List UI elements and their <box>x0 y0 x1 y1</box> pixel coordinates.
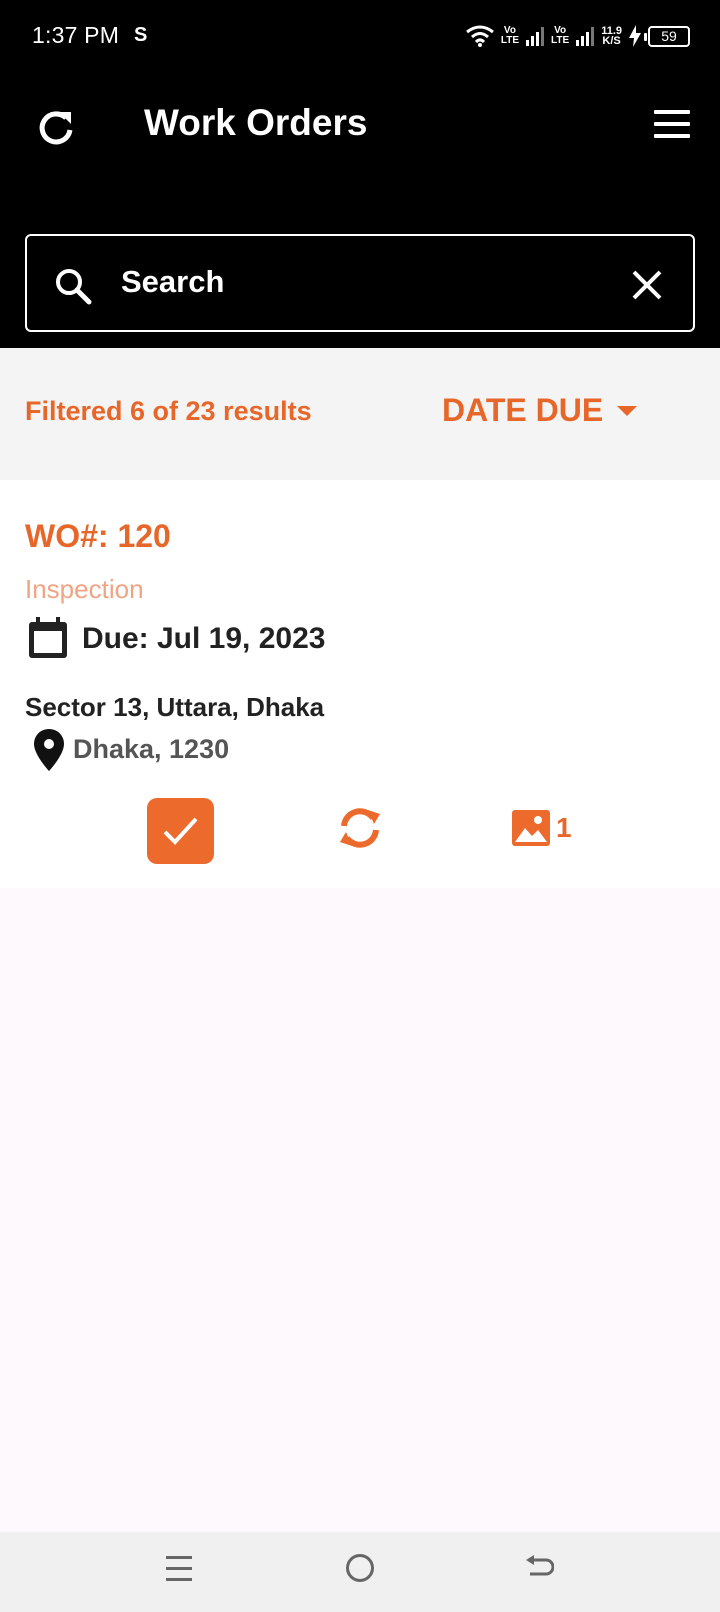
sync-status-icon: S <box>134 24 148 46</box>
image-icon <box>512 810 550 846</box>
work-order-number: WO#: 120 <box>25 518 171 554</box>
recent-apps-icon-bar <box>166 1567 192 1570</box>
refresh-icon <box>39 111 73 145</box>
page-title: Work Orders <box>144 102 368 143</box>
app-bar: Work Orders <box>0 72 720 348</box>
status-time: 1:37 PM <box>32 22 120 48</box>
images-button[interactable]: 1 <box>512 810 572 846</box>
charging-icon <box>629 25 641 47</box>
status-indicators: Vo LTE Vo LTE 11.9 K/S 59 <box>465 20 690 52</box>
image-count: 1 <box>556 812 572 843</box>
city-postal: Dhaka, 1230 <box>73 734 230 764</box>
refresh-button[interactable] <box>34 106 78 150</box>
search-icon <box>56 269 92 305</box>
check-icon <box>163 817 198 845</box>
calendar-icon <box>29 617 67 658</box>
status-bar: 1:37 PM S Vo LTE Vo LTE 11.9 K/S 59 <box>0 0 720 72</box>
volte-1-label: Vo LTE <box>500 25 520 46</box>
back-icon[interactable] <box>524 1554 554 1584</box>
sort-dropdown[interactable]: DATE DUE <box>442 392 638 429</box>
sort-label: DATE DUE <box>442 392 604 428</box>
menu-icon-bar <box>654 134 690 138</box>
work-order-card[interactable]: WO#: 120 Inspection Due: Jul 19, 2023 Se… <box>0 480 720 888</box>
work-order-type: Inspection <box>25 574 144 604</box>
menu-icon-bar <box>654 122 690 126</box>
signal-2-icon <box>576 27 595 46</box>
search-input[interactable] <box>121 254 601 310</box>
wifi-icon <box>465 25 494 47</box>
caret-down-icon <box>617 405 638 416</box>
system-nav-bar <box>0 1532 720 1612</box>
net-speed: 11.9 K/S <box>601 25 622 47</box>
signal-1-icon <box>526 27 545 46</box>
location-pin-icon <box>34 729 64 771</box>
complete-button[interactable] <box>147 798 214 864</box>
battery-indicator: 59 <box>644 25 690 47</box>
search-bar <box>25 234 695 332</box>
sync-icon[interactable] <box>338 806 382 850</box>
close-icon[interactable] <box>631 269 663 301</box>
filter-bar: Filtered 6 of 23 results DATE DUE <box>0 348 720 480</box>
address-line: Sector 13, Uttara, Dhaka <box>25 692 325 722</box>
recent-apps-button[interactable] <box>166 1556 194 1584</box>
home-button[interactable] <box>346 1554 374 1582</box>
recent-apps-icon <box>166 1556 192 1559</box>
recent-apps-icon-bar <box>166 1578 192 1581</box>
menu-button[interactable] <box>652 110 692 144</box>
volte-2-label: Vo LTE <box>551 25 570 46</box>
filter-count: Filtered 6 of 23 results <box>25 396 312 426</box>
due-date: Due: Jul 19, 2023 <box>82 622 326 655</box>
menu-icon <box>654 110 690 114</box>
